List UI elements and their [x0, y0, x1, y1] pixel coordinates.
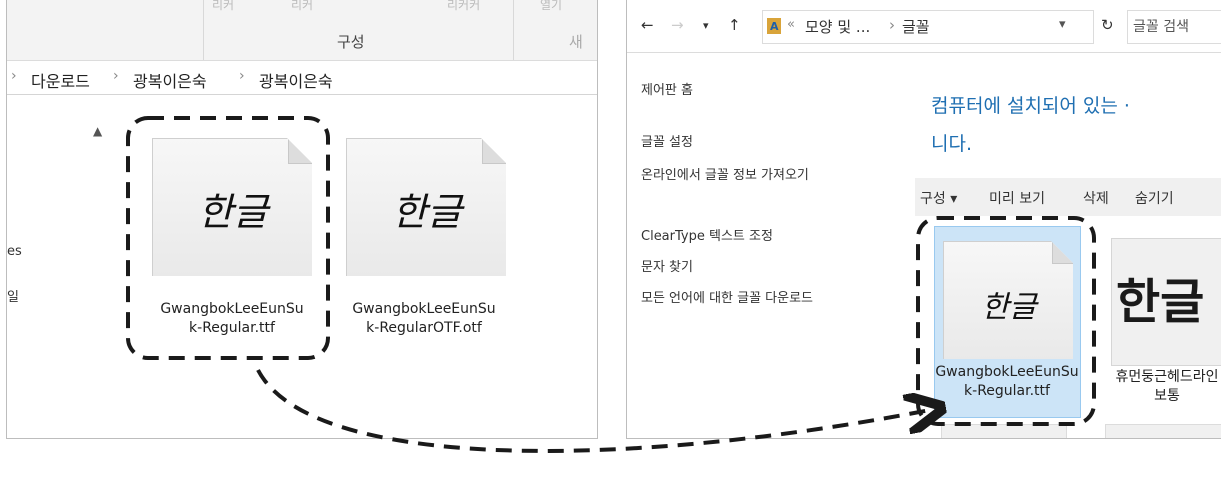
font-file-icon: 한글 — [152, 138, 312, 276]
breadcrumb-subfolder[interactable]: 광복이은숙 — [259, 68, 333, 92]
recent-locations-icon[interactable]: ▾ — [703, 19, 709, 32]
sidebar-link-font-settings[interactable]: 글꼴 설정 — [641, 134, 693, 151]
breadcrumb-chevron-icon: › — [11, 68, 17, 84]
toolbar: ← → ▾ ↑ A « 모양 및 ... › 글꼴 ▾ ↻ 글꼴 검색 — [627, 0, 1221, 53]
preview-button[interactable]: 미리 보기 — [989, 188, 1045, 208]
ribbon-faded-label: 리커 — [212, 0, 235, 12]
ribbon-faded-label: 리커커 — [447, 0, 481, 12]
up-icon[interactable]: ↑ — [728, 16, 741, 34]
file-item-ttf[interactable]: 한글 GwangbokLeeEunSuk-Regular.ttf — [147, 108, 327, 378]
file-item-otf[interactable]: 한글 GwangbokLeeEunSuk-RegularOTF.otf — [342, 108, 522, 398]
forward-icon[interactable]: → — [671, 16, 684, 34]
font-item-partial[interactable] — [1105, 424, 1221, 438]
font-item-partial[interactable] — [941, 424, 1067, 438]
font-preview-glyph: 한글 — [392, 190, 462, 234]
ribbon-group-organize: 구성 — [337, 33, 365, 51]
delete-button[interactable]: 삭제 — [1083, 188, 1109, 208]
file-name: GwangbokLeeEunSuk-Regular.ttf — [160, 301, 304, 336]
breadcrumb-chevron-icon: › — [239, 68, 245, 84]
search-placeholder: 글꼴 검색 — [1133, 19, 1189, 35]
sidebar-link-download-fonts[interactable]: 모든 언어에 대한 글꼴 다운로드 — [641, 290, 899, 307]
breadcrumb-downloads[interactable]: 다운로드 — [31, 68, 90, 92]
nav-item[interactable]: es — [7, 244, 22, 259]
sidebar-link-get-font-info[interactable]: 온라인에서 글꼴 정보 가져오기 — [641, 167, 901, 184]
font-preview-humandunggeun[interactable]: 한글 — [1111, 238, 1221, 366]
ribbon-faded-label: 리커 — [291, 0, 314, 12]
ribbon: 리커 리커 리커커 열기 구성 새 — [7, 0, 597, 61]
back-icon[interactable]: ← — [641, 16, 654, 34]
command-bar: 구성 ▾ 미리 보기 삭제 숨기기 — [915, 178, 1221, 216]
breadcrumb-chevron-icon: › — [889, 16, 895, 34]
file-explorer-window: 리커 리커 리커커 열기 구성 새 › 다운로드 › 광복이은숙 › 광복이은숙… — [6, 0, 598, 439]
font-name: GwangbokLeeEunSuk-Regular.ttf — [935, 364, 1079, 399]
sidebar-link-control-panel-home[interactable]: 제어판 홈 — [641, 82, 693, 99]
page-heading: 컴퓨터에 설치되어 있는 · — [931, 95, 1130, 117]
scroll-up-icon[interactable]: ▲ — [93, 124, 102, 138]
sidebar-link-cleartype[interactable]: ClearType 텍스트 조정 — [641, 228, 773, 245]
breadcrumb-folder[interactable]: 광복이은숙 — [133, 68, 207, 92]
organize-button[interactable]: 구성 ▾ — [920, 188, 957, 208]
file-name: GwangbokLeeEunSuk-RegularOTF.otf — [352, 301, 496, 336]
path-overflow[interactable]: « — [787, 17, 795, 32]
address-dropdown-icon[interactable]: ▾ — [1059, 17, 1066, 32]
font-preview-glyph: 한글 — [981, 290, 1037, 325]
address-bar[interactable]: › 다운로드 › 광복이은숙 › 광복이은숙 — [7, 61, 597, 95]
address-bar[interactable]: A « 모양 및 ... › 글꼴 ▾ — [762, 10, 1094, 44]
fonts-control-panel-window: ← → ▾ ↑ A « 모양 및 ... › 글꼴 ▾ ↻ 글꼴 검색 제어판 … — [626, 0, 1221, 439]
font-file-icon: 한글 — [943, 241, 1073, 359]
ribbon-group-new[interactable]: 새 — [569, 31, 583, 52]
font-item-selected[interactable]: 한글 GwangbokLeeEunSuk-Regular.ttf — [934, 226, 1081, 418]
font-file-icon: 한글 — [346, 138, 506, 276]
breadcrumb-appearance[interactable]: 모양 및 ... — [805, 16, 870, 37]
refresh-icon[interactable]: ↻ — [1101, 16, 1114, 34]
search-input[interactable]: 글꼴 검색 — [1127, 10, 1221, 44]
page-heading-line2: 니다. — [931, 133, 972, 155]
ribbon-faded-label: 열기 — [540, 0, 563, 12]
navigation-pane: es 일 — [7, 94, 119, 438]
font-preview-glyph: 한글 — [198, 190, 268, 234]
hide-button[interactable]: 숨기기 — [1135, 188, 1174, 208]
nav-item[interactable]: 일 — [7, 286, 19, 305]
sidebar-link-find-character[interactable]: 문자 찾기 — [641, 259, 693, 276]
breadcrumb-chevron-icon: › — [113, 68, 119, 84]
breadcrumb-fonts[interactable]: 글꼴 — [902, 16, 930, 37]
control-panel-icon-glyph: A — [770, 20, 779, 33]
font-name: 휴먼둥근헤드라인 보통 — [1115, 369, 1219, 404]
